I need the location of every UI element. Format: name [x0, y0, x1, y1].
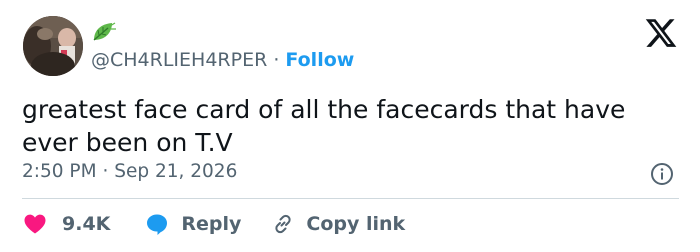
tweet-text: greatest face card of all the facecards …	[22, 95, 626, 157]
like-button[interactable]: 9.4K	[22, 212, 110, 236]
reply-bubble-icon	[147, 214, 168, 235]
like-count: 9.4K	[62, 213, 111, 235]
leaf-icon	[93, 22, 116, 41]
tweet-timestamp[interactable]: 2:50 PM · Sep 21, 2026	[22, 160, 237, 184]
author-row: @CH4RLIEH4RPER · Follow	[91, 48, 354, 72]
reply-label: Reply	[181, 213, 242, 235]
author-handle[interactable]: @CH4RLIEH4RPER	[91, 49, 267, 71]
copy-link-label: Copy link	[306, 213, 406, 235]
follow-button[interactable]: Follow	[285, 49, 354, 71]
timestamp-separator: ·	[102, 161, 109, 182]
heart-icon	[24, 214, 46, 234]
link-icon	[275, 214, 292, 234]
copy-link-button[interactable]: Copy link	[271, 212, 405, 236]
avatar[interactable]	[23, 16, 83, 76]
x-logo-icon[interactable]	[644, 16, 678, 50]
badge-row	[91, 20, 117, 44]
tweet-time: 2:50 PM	[22, 161, 97, 182]
handle-separator: ·	[273, 49, 280, 71]
reply-button[interactable]: Reply	[145, 212, 241, 236]
action-bar: 9.4K Reply Copy link	[22, 210, 405, 238]
avatar-image	[23, 16, 83, 76]
divider	[22, 198, 679, 199]
info-icon[interactable]	[650, 162, 674, 186]
tweet-date: Sep 21, 2026	[114, 161, 238, 182]
